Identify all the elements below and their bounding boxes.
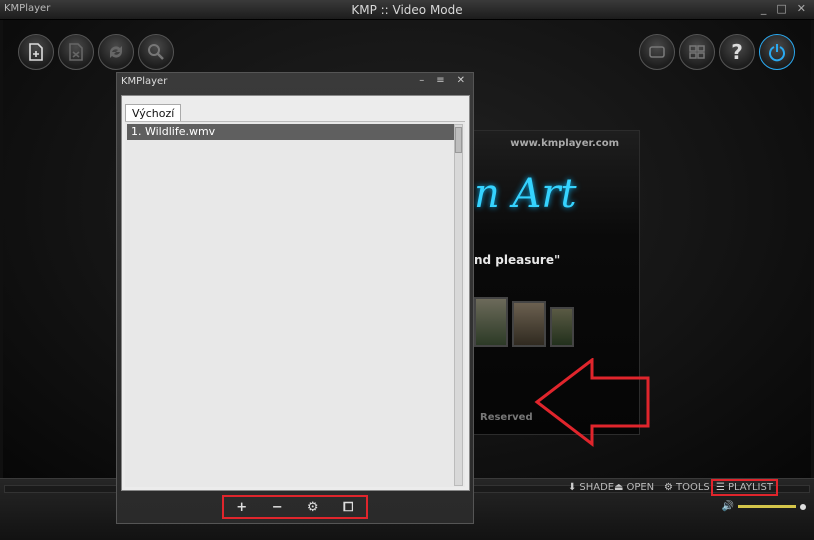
shade-label: SHADE [579,482,615,493]
tools-button[interactable]: ⚙ TOOLS [664,482,710,493]
add-file-icon [29,43,43,61]
remove-item-button[interactable]: − [267,500,287,515]
playlist-layout-button[interactable]: ⧠ [338,500,358,515]
volume-control[interactable]: 🔊 [722,501,806,512]
playlist-label: PLAYLIST [727,482,773,493]
playlist-close-button[interactable]: ✕ [457,75,465,86]
kmplayer-app: KMPlayer KMP :: Video Mode _ □ ✕ ? www.k… [0,0,814,540]
window-title: KMP :: Video Mode [351,3,463,17]
minimize-button[interactable]: _ [761,2,767,15]
title-bar: KMPlayer KMP :: Video Mode _ □ ✕ [0,0,814,20]
search-button[interactable] [138,34,174,70]
playlist-button[interactable]: ☰ PLAYLIST [711,479,778,496]
grid-icon [689,45,705,59]
playlist-body: Výchozí 1. Wildlife.wmv [121,95,470,491]
grid-button[interactable] [679,34,715,70]
playlist-list[interactable]: 1. Wildlife.wmv [125,121,465,487]
help-button[interactable]: ? [719,34,755,70]
open-label: OPEN [626,482,655,493]
refresh-button[interactable] [98,34,134,70]
thumbnail-image [550,307,574,347]
gear-icon: ⚙ [664,482,673,493]
playlist-minimize-button[interactable]: – [419,75,424,86]
screen-icon [649,46,665,58]
playlist-window-controls: – ≡ ✕ [419,75,465,86]
playlist-menu-button[interactable]: ≡ [436,75,444,86]
shade-button[interactable]: ⬇ SHADE [568,482,614,493]
splash-reserved: Reserved [480,412,533,423]
red-arrow-annotation [534,358,650,448]
scrollbar-thumb[interactable] [455,127,462,153]
playlist-title: KMPlayer [121,76,168,87]
refresh-icon [110,46,122,58]
list-icon: ☰ [716,482,725,493]
screen-button[interactable] [639,34,675,70]
download-icon: ⬇ [568,482,577,493]
playlist-settings-button[interactable]: ⚙ [303,500,323,515]
splash-art-text: n Art [474,171,577,217]
remove-file-button[interactable] [58,34,94,70]
playlist-window: KMPlayer – ≡ ✕ Výchozí 1. Wildlife.wmv +… [116,72,474,524]
thumbnail-image [512,301,546,347]
help-icon: ? [731,40,743,64]
splash-tagline: nd pleasure" [474,253,561,267]
maximize-button[interactable]: □ [776,2,786,15]
volume-knob[interactable] [800,503,806,510]
tab-default[interactable]: Výchozí [125,104,182,122]
power-icon [769,44,785,62]
playlist-footer: + − ⚙ ⧠ [117,493,473,523]
close-button[interactable]: ✕ [797,2,806,15]
splash-thumbnails [474,297,574,347]
volume-slider[interactable] [738,505,796,508]
add-file-button[interactable] [18,34,54,70]
list-item[interactable]: 1. Wildlife.wmv [127,124,457,140]
splash-url: www.kmplayer.com [510,138,619,149]
power-button[interactable] [759,34,795,70]
speaker-icon: 🔊 [721,501,734,512]
open-button[interactable]: ⏏ OPEN [614,482,654,493]
tools-label: TOOLS [675,482,710,493]
playlist-scrollbar[interactable] [454,124,463,486]
search-icon [148,44,164,60]
thumbnail-image [474,297,508,347]
playlist-tools: + − ⚙ ⧠ [222,495,368,519]
add-item-button[interactable]: + [232,500,252,515]
eject-icon: ⏏ [614,482,624,493]
playlist-titlebar[interactable]: KMPlayer – ≡ ✕ [117,73,473,93]
remove-file-icon [69,43,83,61]
window-controls: _ □ ✕ [761,2,806,15]
